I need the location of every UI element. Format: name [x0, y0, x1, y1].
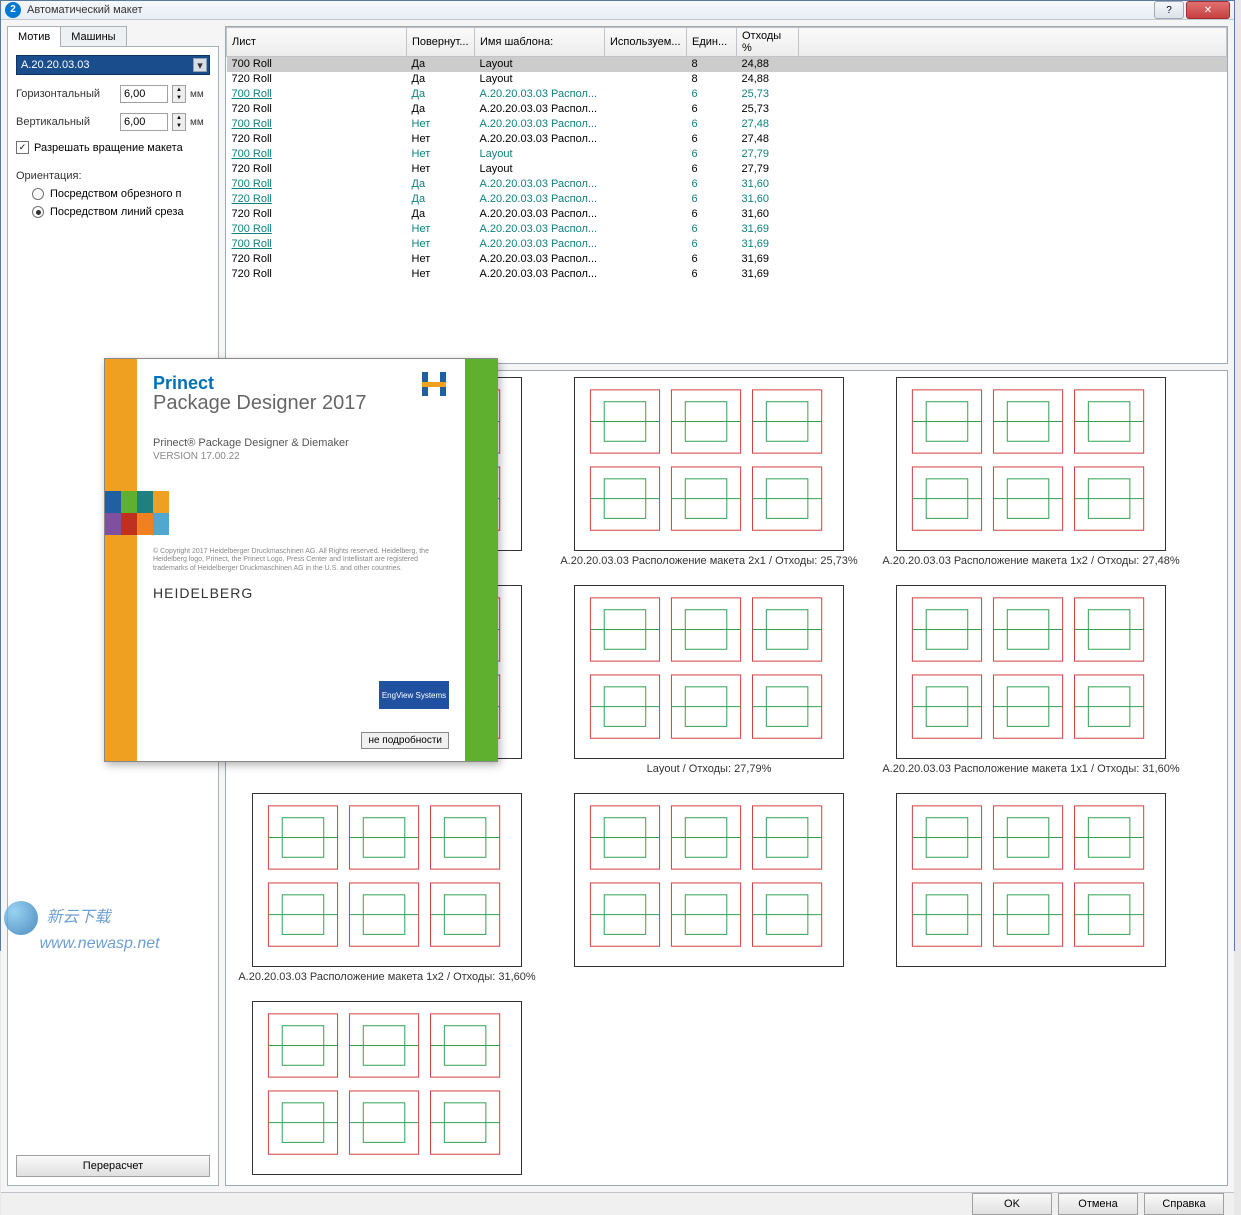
dieline-preview	[574, 793, 844, 967]
rotate-label: Разрешать вращение макета	[34, 142, 183, 154]
h-logo-icon	[419, 369, 449, 399]
tab-motive[interactable]: Мотив	[7, 26, 61, 47]
chevron-down-icon[interactable]: ▾	[193, 58, 207, 72]
gallery-thumb[interactable]: A.20.20.03.03 Расположение макета 2x1 / …	[554, 377, 864, 567]
app-icon: 2	[5, 2, 21, 18]
help-button[interactable]: Справка	[1144, 1193, 1224, 1215]
column-header[interactable]: Используем...	[605, 28, 687, 57]
thumb-caption: A.20.20.03.03 Расположение макета 1x2 / …	[882, 555, 1179, 567]
cancel-button[interactable]: Отмена	[1058, 1193, 1138, 1215]
vert-label: Вертикальный	[16, 116, 116, 128]
about-content: Prinect Package Designer 2017 Prinect® P…	[137, 359, 465, 761]
table-row[interactable]: 720 RollНетA.20.20.03.03 Распол...631,69	[227, 267, 1227, 282]
horiz-input[interactable]: 6,00	[120, 85, 168, 103]
gallery-thumb[interactable]: Layout / Отходы: 27,79%	[554, 585, 864, 775]
table-row[interactable]: 720 RollНетA.20.20.03.03 Распол...627,48	[227, 132, 1227, 147]
footer: OK Отмена Справка	[1, 1192, 1234, 1215]
dieline-preview	[574, 585, 844, 759]
orientation-label: Ориентация:	[16, 170, 210, 182]
table-row[interactable]: 720 RollДаA.20.20.03.03 Распол...631,60	[227, 192, 1227, 207]
column-header[interactable]: Отходы %	[737, 28, 799, 57]
table-row[interactable]: 720 RollДаA.20.20.03.03 Распол...631,60	[227, 207, 1227, 222]
dieline-preview	[896, 585, 1166, 759]
version-label: VERSION 17.00.22	[153, 451, 449, 462]
gallery-thumb[interactable]	[232, 1001, 542, 1179]
help-button[interactable]: ?	[1154, 1, 1184, 19]
gallery-thumb[interactable]	[554, 793, 864, 983]
horiz-label: Горизонтальный	[16, 88, 116, 100]
dieline-preview	[252, 1001, 522, 1175]
window-buttons: ? ✕	[1154, 1, 1230, 19]
results-table[interactable]: ЛистПовернут...Имя шаблона:Используем...…	[225, 26, 1228, 364]
table-row[interactable]: 700 RollНетLayout627,79	[227, 147, 1227, 162]
radio-trim-label: Посредством обрезного п	[50, 188, 181, 200]
thumb-caption: A.20.20.03.03 Расположение макета 1x1 / …	[882, 763, 1179, 775]
table-row[interactable]: 720 RollДаA.20.20.03.03 Распол...625,73	[227, 102, 1227, 117]
table-row[interactable]: 700 RollДаA.20.20.03.03 Распол...625,73	[227, 87, 1227, 102]
table-row[interactable]: 720 RollДаLayout824,88	[227, 72, 1227, 87]
column-header[interactable]: Лист	[227, 28, 407, 57]
radio-cut-label: Посредством линий среза	[50, 206, 184, 218]
horiz-row: Горизонтальный 6,00 ▲▼ мм	[16, 85, 210, 103]
recalc-button[interactable]: Перерасчет	[16, 1155, 210, 1177]
engview-logo: EngView Systems	[379, 681, 449, 709]
gallery-thumb[interactable]: A.20.20.03.03 Расположение макета 1x2 / …	[876, 377, 1186, 567]
table-row[interactable]: 700 RollДаLayout824,88	[227, 57, 1227, 72]
gallery-thumb[interactable]: A.20.20.03.03 Расположение макета 1x2 / …	[232, 793, 542, 983]
about-dialog: Prinect Package Designer 2017 Prinect® P…	[104, 358, 498, 762]
rotate-checkbox[interactable]: ✓	[16, 141, 29, 154]
ok-button[interactable]: OK	[972, 1193, 1052, 1215]
thumb-caption: A.20.20.03.03 Расположение макета 1x2 / …	[238, 971, 535, 983]
vert-spinner[interactable]: ▲▼	[172, 113, 186, 131]
tab-machines[interactable]: Машины	[60, 26, 126, 47]
gallery-thumb[interactable]	[876, 793, 1186, 983]
column-header[interactable]: Повернут...	[407, 28, 475, 57]
window-title: Автоматический макет	[27, 4, 1154, 16]
stripe-left	[105, 359, 137, 761]
radio-trim[interactable]	[32, 188, 44, 200]
table-row[interactable]: 700 RollДаA.20.20.03.03 Распол...631,60	[227, 177, 1227, 192]
gallery-thumb[interactable]: A.20.20.03.03 Расположение макета 1x1 / …	[876, 585, 1186, 775]
radio-trim-row: Посредством обрезного п	[16, 188, 210, 200]
table-row[interactable]: 700 RollНетA.20.20.03.03 Распол...627,48	[227, 117, 1227, 132]
dieline-preview	[896, 793, 1166, 967]
combo-value: A.20.20.03.03	[21, 59, 90, 71]
thumb-caption: A.20.20.03.03 Расположение макета 2x1 / …	[560, 555, 857, 567]
vert-input[interactable]: 6,00	[120, 113, 168, 131]
heidelberg-logo: HEIDELBERG	[153, 585, 449, 601]
product-name: Prinect® Package Designer & Diemaker	[153, 437, 449, 449]
copyright-text: © Copyright 2017 Heidelberger Druckmasch…	[153, 548, 449, 573]
column-header[interactable]: Имя шаблона:	[475, 28, 605, 57]
stripe-right	[465, 359, 497, 761]
template-combo[interactable]: A.20.20.03.03 ▾	[16, 55, 210, 75]
table-row[interactable]: 720 RollНетLayout627,79	[227, 162, 1227, 177]
brand-title: Prinect	[153, 373, 449, 394]
radio-cut-row: Посредством линий среза	[16, 206, 210, 218]
unit-label: мм	[190, 117, 204, 128]
color-chips-icon	[105, 491, 169, 535]
column-header[interactable]: Един...	[687, 28, 737, 57]
close-button[interactable]: ✕	[1186, 1, 1230, 19]
unit-label: мм	[190, 89, 204, 100]
dieline-preview	[252, 793, 522, 967]
sidebar-tabs: Мотив Машины	[7, 26, 219, 47]
table-row[interactable]: 720 RollНетA.20.20.03.03 Распол...631,69	[227, 252, 1227, 267]
table-row[interactable]: 700 RollНетA.20.20.03.03 Распол...631,69	[227, 237, 1227, 252]
details-button[interactable]: не подробности	[361, 732, 449, 749]
vert-row: Вертикальный 6,00 ▲▼ мм	[16, 113, 210, 131]
thumb-caption: Layout / Отходы: 27,79%	[647, 763, 772, 775]
brand-subtitle: Package Designer 2017	[153, 392, 449, 415]
titlebar: 2 Автоматический макет ? ✕	[1, 1, 1234, 20]
dieline-preview	[896, 377, 1166, 551]
horiz-spinner[interactable]: ▲▼	[172, 85, 186, 103]
table-row[interactable]: 700 RollНетA.20.20.03.03 Распол...631,69	[227, 222, 1227, 237]
radio-cut[interactable]	[32, 206, 44, 218]
rotate-checkbox-row: ✓ Разрешать вращение макета	[16, 141, 210, 154]
dieline-preview	[574, 377, 844, 551]
